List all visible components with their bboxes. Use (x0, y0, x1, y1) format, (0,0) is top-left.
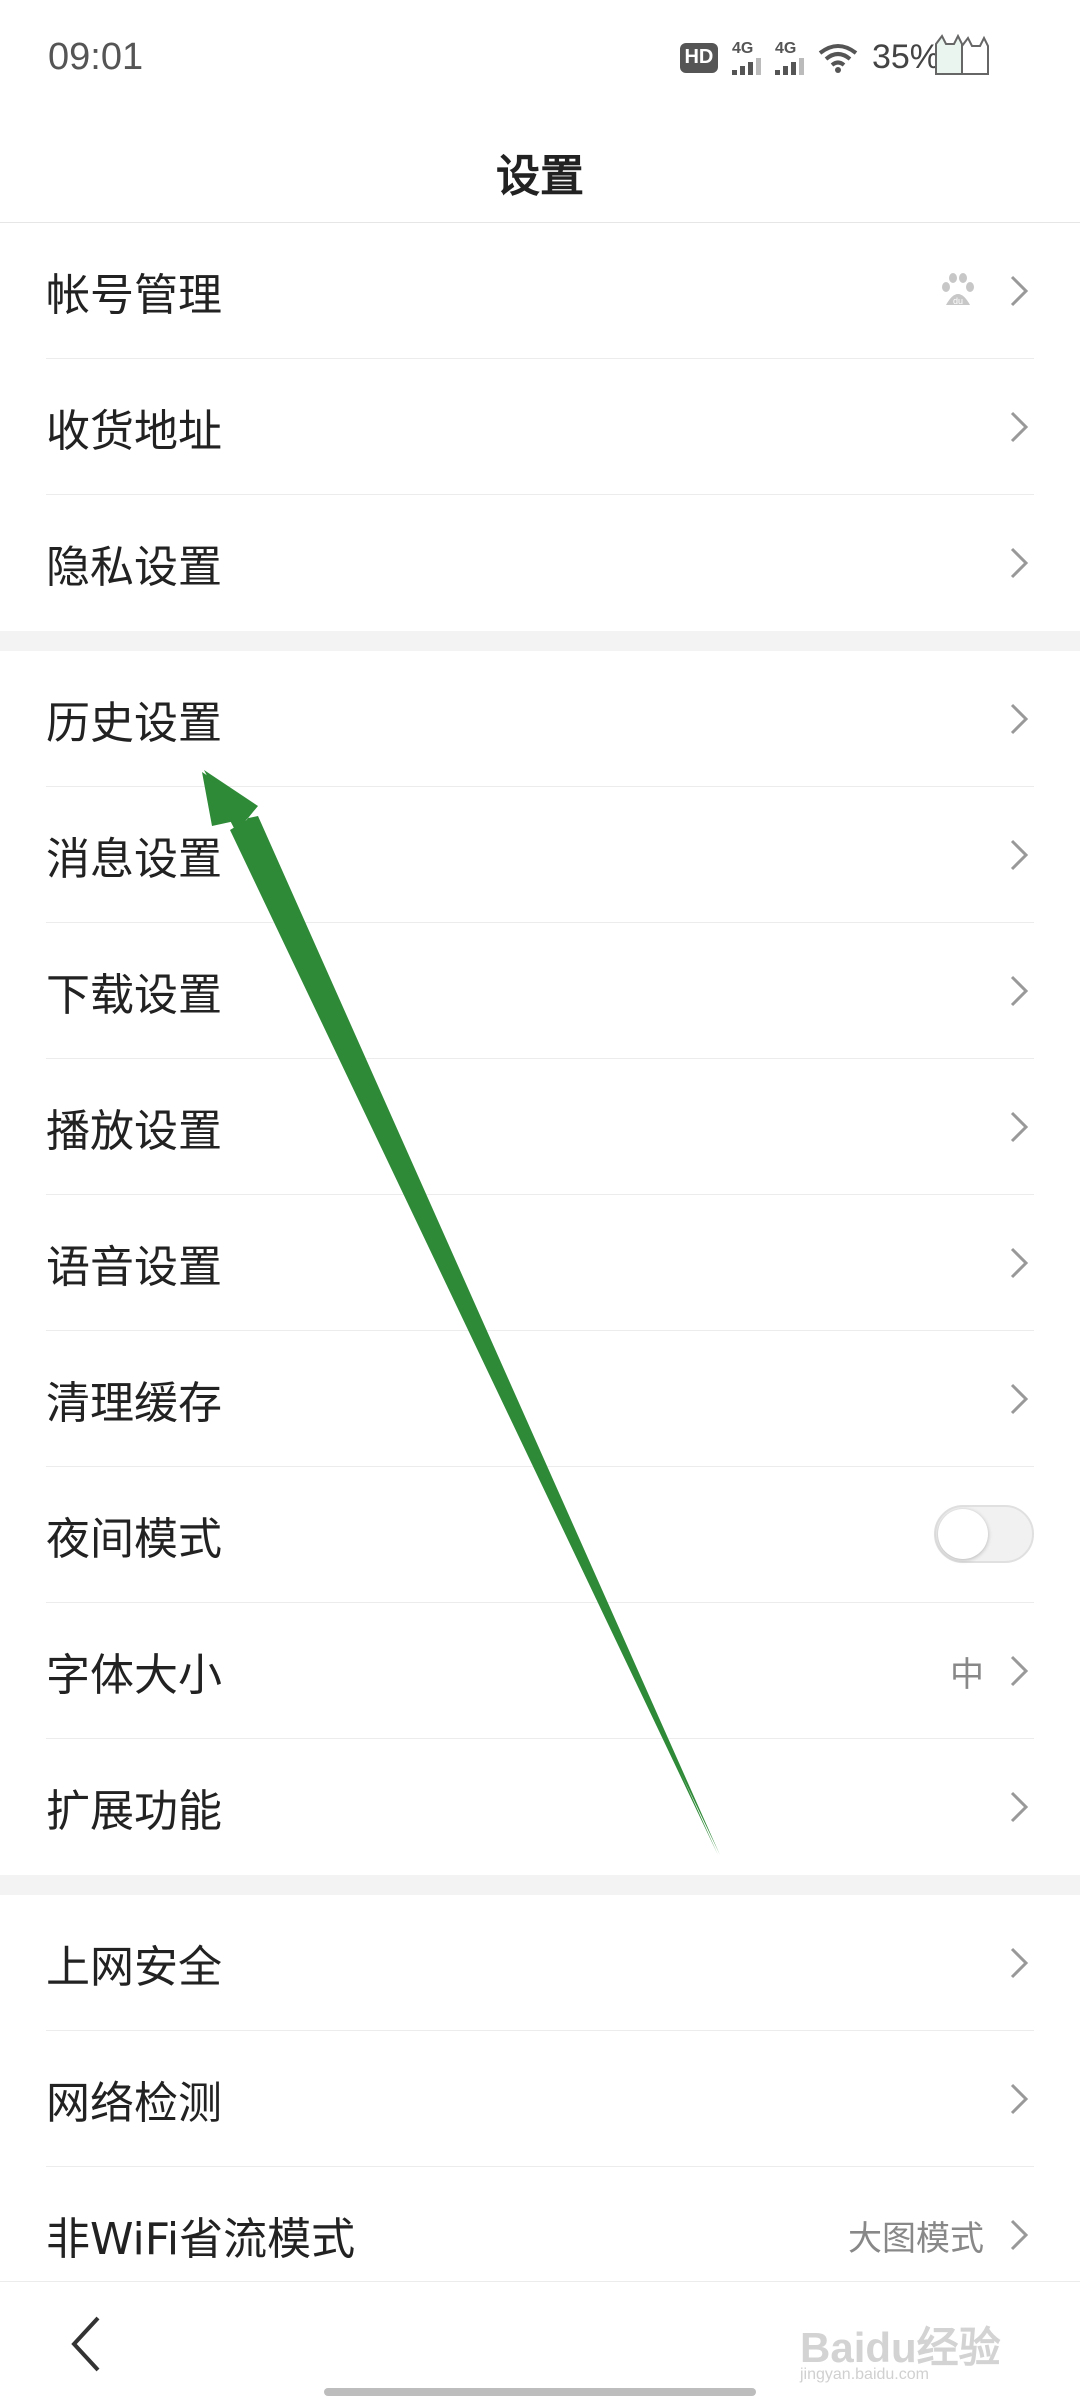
chevron-right-icon (1010, 1247, 1029, 1279)
setting-label: 下载设置 (46, 970, 222, 1021)
svg-text:du: du (953, 296, 963, 306)
signal-strength-icon-1: 4G (731, 40, 761, 75)
setting-label: 历史设置 (46, 698, 222, 749)
data-saver-value: 大图模式 (848, 2218, 984, 2259)
back-arrow-icon[interactable] (66, 2312, 106, 2376)
setting-label: 收货地址 (46, 406, 222, 457)
status-time: 09:01 (48, 36, 144, 78)
setting-privacy[interactable]: 隐私设置 (0, 495, 1080, 631)
setting-label: 播放设置 (46, 1106, 222, 1157)
setting-font-size[interactable]: 字体大小 中 (0, 1603, 1080, 1739)
home-indicator[interactable] (324, 2388, 756, 2396)
setting-playback[interactable]: 播放设置 (0, 1059, 1080, 1195)
chevron-right-icon (1010, 1947, 1029, 1979)
toggle-knob (938, 1509, 988, 1559)
battery-cat-icon (935, 34, 989, 75)
setting-label: 网络检测 (46, 2078, 222, 2129)
section-gap (0, 1875, 1080, 1895)
font-size-value: 中 (950, 1654, 984, 1695)
setting-label: 扩展功能 (46, 1786, 222, 1837)
setting-label: 上网安全 (46, 1942, 222, 1993)
bottom-nav-bar: Baidu经验 jingyan.baidu.com (0, 2281, 1080, 2408)
settings-list: 帐号管理 du 收货地址 隐私设置 历史设置 消息设置 下载设置 播放设置 语音… (0, 223, 1080, 2303)
chevron-right-icon (1010, 2219, 1029, 2251)
setting-label: 消息设置 (46, 834, 222, 885)
setting-download[interactable]: 下载设置 (0, 923, 1080, 1059)
chevron-right-icon (1010, 547, 1029, 579)
setting-network-check[interactable]: 网络检测 (0, 2031, 1080, 2167)
setting-label: 帐号管理 (46, 270, 222, 321)
chevron-right-icon (1010, 1655, 1029, 1687)
chevron-right-icon (1010, 411, 1029, 443)
setting-label: 夜间模式 (46, 1514, 222, 1565)
setting-messages[interactable]: 消息设置 (0, 787, 1080, 923)
chevron-right-icon (1010, 1791, 1029, 1823)
setting-clear-cache[interactable]: 清理缓存 (0, 1331, 1080, 1467)
setting-label: 字体大小 (46, 1650, 222, 1701)
night-mode-toggle[interactable] (934, 1505, 1034, 1563)
chevron-right-icon (1010, 1111, 1029, 1143)
setting-label: 语音设置 (46, 1242, 222, 1293)
baidu-jingyan-watermark: Baidu经验 jingyan.baidu.com (800, 2324, 1001, 2383)
chevron-right-icon (1010, 839, 1029, 871)
section-gap (0, 631, 1080, 651)
setting-extensions[interactable]: 扩展功能 (0, 1739, 1080, 1875)
chevron-right-icon (1010, 703, 1029, 735)
signal-strength-icon-2: 4G (774, 40, 804, 75)
battery-percent: 35% (871, 38, 940, 76)
setting-shipping-address[interactable]: 收货地址 (0, 359, 1080, 495)
setting-history[interactable]: 历史设置 (0, 651, 1080, 787)
status-bar: 09:01 HD 4G 4G 35% (0, 0, 1080, 120)
setting-voice[interactable]: 语音设置 (0, 1195, 1080, 1331)
setting-night-mode: 夜间模式 (0, 1467, 1080, 1603)
baidu-paw-icon: du (942, 273, 974, 306)
chevron-right-icon (1010, 975, 1029, 1007)
chevron-right-icon (1010, 2083, 1029, 2115)
chevron-right-icon (1010, 275, 1029, 307)
setting-label: 清理缓存 (46, 1378, 222, 1429)
wifi-icon (818, 43, 858, 73)
setting-label: 非WiFi省流模式 (46, 2214, 356, 2265)
chevron-right-icon (1010, 1383, 1029, 1415)
status-icons: HD 4G 4G 35% (679, 38, 940, 77)
hd-voice-icon: HD (679, 42, 718, 73)
page-title: 设置 (496, 151, 584, 202)
setting-label: 隐私设置 (46, 542, 222, 593)
setting-account-management[interactable]: 帐号管理 du (0, 223, 1080, 359)
setting-internet-security[interactable]: 上网安全 (0, 1895, 1080, 2031)
